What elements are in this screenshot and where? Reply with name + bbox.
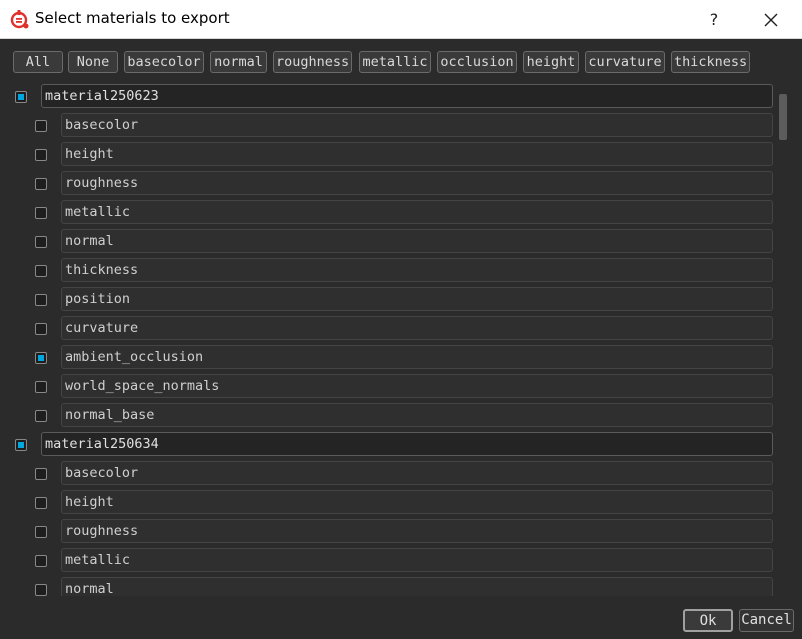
channel-checkbox[interactable] [35,120,47,132]
channel-row[interactable]: basecolor [0,113,776,139]
cancel-button[interactable]: Cancel [739,609,794,632]
channel-row[interactable]: world_space_normals [0,374,776,400]
channel-row[interactable]: normal_base [0,403,776,429]
help-button[interactable]: ? [700,8,728,32]
channel-label: height [61,490,773,514]
channel-checkbox[interactable] [35,323,47,335]
channel-checkbox[interactable] [35,178,47,190]
channel-row[interactable]: roughness [0,519,776,545]
channel-label: world_space_normals [61,374,773,398]
channel-row[interactable]: normal [0,229,776,255]
channel-row[interactable]: normal [0,577,776,596]
filter-height-button[interactable]: height [523,51,579,73]
close-icon[interactable] [757,6,785,34]
channel-label: roughness [61,171,773,195]
channel-checkbox[interactable] [35,555,47,567]
channel-row[interactable]: basecolor [0,461,776,487]
channel-row[interactable]: metallic [0,548,776,574]
filter-basecolor-button[interactable]: basecolor [124,51,204,73]
filter-metallic-button[interactable]: metallic [359,51,431,73]
channel-row[interactable]: metallic [0,200,776,226]
filter-occlusion-button[interactable]: occlusion [437,51,517,73]
channel-label: basecolor [61,113,773,137]
channel-checkbox[interactable] [35,410,47,422]
material-name-field: material250634 [41,432,773,456]
channel-row[interactable]: thickness [0,258,776,284]
vertical-scrollbar[interactable] [777,84,789,596]
channel-checkbox[interactable] [35,381,47,393]
channel-checkbox[interactable] [35,526,47,538]
filter-none-button[interactable]: None [68,51,118,73]
material-row[interactable]: material250634 [0,432,776,458]
channel-checkbox[interactable] [35,497,47,509]
channel-label: basecolor [61,461,773,485]
channel-label: normal_base [61,403,773,427]
channel-checkbox[interactable] [35,352,47,364]
filter-all-button[interactable]: All [13,51,63,73]
channel-row[interactable]: roughness [0,171,776,197]
filter-normal-button[interactable]: normal [210,51,267,73]
channel-label: normal [61,229,773,253]
channel-label: position [61,287,773,311]
channel-label: ambient_occlusion [61,345,773,369]
channel-label: normal [61,577,773,596]
filter-thickness-button[interactable]: thickness [671,51,750,73]
channel-row[interactable]: height [0,490,776,516]
channel-label: thickness [61,258,773,282]
filter-curvature-button[interactable]: curvature [585,51,665,73]
channel-checkbox[interactable] [35,468,47,480]
substance-painter-icon [10,10,29,29]
channel-checkbox[interactable] [35,207,47,219]
channel-checkbox[interactable] [35,294,47,306]
filter-roughness-button[interactable]: roughness [273,51,352,73]
channel-row[interactable]: height [0,142,776,168]
channel-label: curvature [61,316,773,340]
channel-label: metallic [61,548,773,572]
material-name-field: material250623 [41,84,773,108]
channel-checkbox[interactable] [35,149,47,161]
material-checkbox[interactable] [15,91,27,103]
ok-button[interactable]: Ok [683,609,733,632]
material-checkbox[interactable] [15,439,27,451]
channel-row[interactable]: position [0,287,776,313]
materials-list: material250623 basecolor height roughnes… [0,83,776,596]
channel-checkbox[interactable] [35,236,47,248]
channel-row[interactable]: ambient_occlusion [0,345,776,371]
channel-label: roughness [61,519,773,543]
material-row[interactable]: material250623 [0,84,776,110]
title-bar: Select materials to export ? [0,0,802,39]
channel-row[interactable]: curvature [0,316,776,342]
scrollbar-thumb[interactable] [779,94,787,140]
channel-checkbox[interactable] [35,584,47,596]
window-title: Select materials to export [35,9,230,27]
channel-checkbox[interactable] [35,265,47,277]
channel-label: height [61,142,773,166]
channel-label: metallic [61,200,773,224]
